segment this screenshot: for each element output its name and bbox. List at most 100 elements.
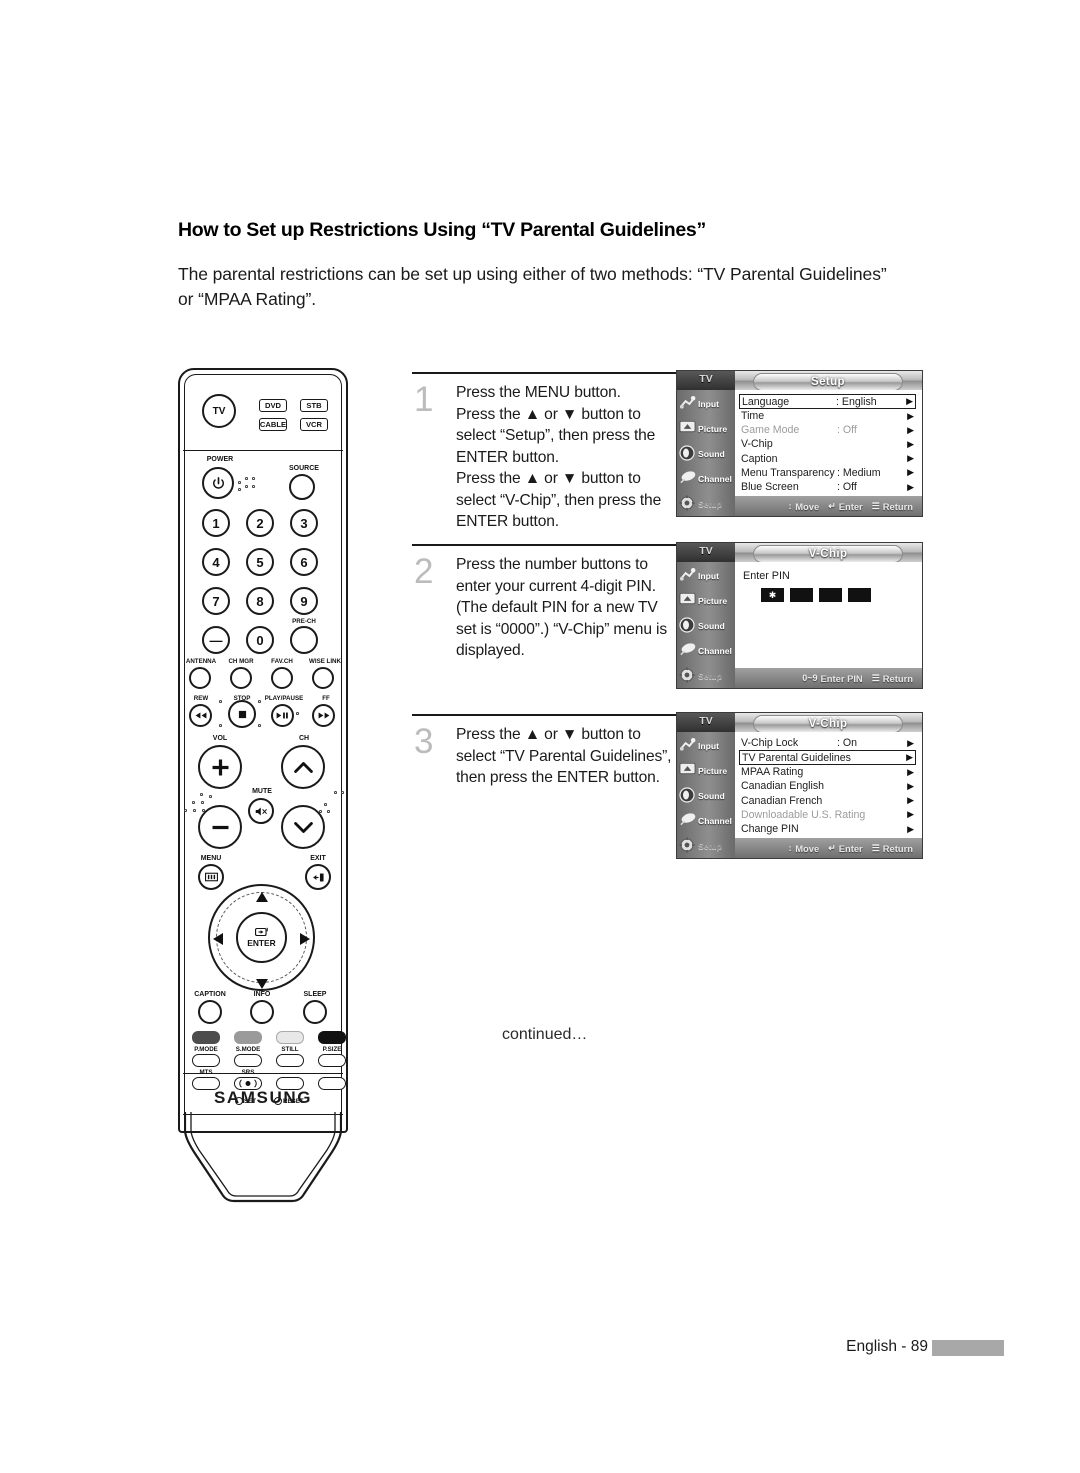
- remote-sleep-label: SLEEP: [303, 991, 327, 998]
- remote-smode-button[interactable]: [234, 1054, 262, 1067]
- remote-wiselink-button[interactable]: [312, 667, 334, 689]
- sidebar-item-setup[interactable]: Setup: [677, 835, 735, 856]
- remote-left-arrow-icon[interactable]: [213, 932, 223, 945]
- return-key-icon: ☰: [871, 672, 880, 683]
- remote-number-9[interactable]: 9: [290, 587, 318, 615]
- remote-chmgr-label: CH MGR: [228, 658, 254, 665]
- menu-row-game-mode[interactable]: Game Mode : Off ▶: [741, 423, 916, 437]
- sidebar-item-input[interactable]: Input: [677, 393, 735, 414]
- remote-tv-button[interactable]: TV: [202, 394, 236, 428]
- sidebar-label-picture: Picture: [698, 595, 728, 606]
- chevron-up-icon: [293, 761, 313, 773]
- remote-stop-button[interactable]: [228, 700, 256, 728]
- sidebar-label-sound: Sound: [698, 790, 725, 801]
- menu-row-mpaa-rating[interactable]: MPAA Rating ▶: [741, 765, 916, 779]
- remote-sleep-button[interactable]: [303, 1000, 327, 1024]
- remote-prech-button[interactable]: [290, 626, 318, 654]
- remote-volume-up-button[interactable]: [198, 745, 242, 789]
- sidebar-item-setup[interactable]: Setup: [677, 665, 735, 686]
- menu-row-time[interactable]: Time ▶: [741, 409, 916, 423]
- number-keys-icon: 0~9: [802, 673, 818, 683]
- remote-number-0[interactable]: 0: [246, 626, 274, 654]
- hint-enter-pin: 0~9 Enter PIN: [802, 672, 863, 684]
- remote-number-3[interactable]: 3: [290, 509, 318, 537]
- pin-digit-1[interactable]: ✱: [761, 588, 784, 602]
- remote-pmode-button[interactable]: [192, 1054, 220, 1067]
- continued-label: continued…: [502, 1026, 588, 1043]
- chevron-right-icon: ▶: [906, 396, 913, 406]
- sidebar-item-input[interactable]: Input: [677, 735, 735, 756]
- remote-number-6[interactable]: 6: [290, 548, 318, 576]
- remote-mute-button[interactable]: [248, 798, 274, 824]
- menu-row-caption[interactable]: Caption ▶: [741, 452, 916, 466]
- menu-row-language[interactable]: Language : English ▶: [739, 394, 916, 409]
- sidebar-item-channel[interactable]: Channel: [677, 468, 735, 489]
- remote-number-4[interactable]: 4: [202, 548, 230, 576]
- remote-chmgr-button[interactable]: [230, 667, 252, 689]
- sidebar-item-sound[interactable]: Sound: [677, 443, 735, 464]
- sidebar-item-setup[interactable]: Setup: [677, 493, 735, 514]
- sidebar-item-input[interactable]: Input: [677, 565, 735, 586]
- sidebar-item-channel[interactable]: Channel: [677, 640, 735, 661]
- sidebar-item-picture[interactable]: Picture: [677, 590, 735, 611]
- remote-down-arrow-icon[interactable]: [256, 976, 268, 989]
- remote-enter-button[interactable]: ENTER: [236, 912, 287, 963]
- remote-color-button-red[interactable]: [192, 1031, 220, 1044]
- remote-still-button[interactable]: [276, 1054, 304, 1067]
- sidebar-item-sound[interactable]: Sound: [677, 785, 735, 806]
- remote-playpause-button[interactable]: [271, 704, 294, 727]
- remote-ff-button[interactable]: [312, 704, 335, 727]
- remote-color-button-yellow[interactable]: [276, 1031, 304, 1044]
- hint-move: ↕ Move: [787, 500, 820, 512]
- remote-enter-label: ENTER: [247, 938, 276, 948]
- remote-dvd-button[interactable]: DVD: [259, 399, 287, 412]
- remote-number-5[interactable]: 5: [246, 548, 274, 576]
- chevron-right-icon: ▶: [907, 467, 914, 478]
- remote-number-7[interactable]: 7: [202, 587, 230, 615]
- remote-dash-button[interactable]: —: [202, 626, 230, 654]
- hint-move: ↕ Move: [787, 842, 820, 854]
- menu-row-menu-transparency[interactable]: Menu Transparency : Medium ▶: [741, 466, 916, 480]
- remote-number-8[interactable]: 8: [246, 587, 274, 615]
- remote-source-button[interactable]: [289, 474, 315, 500]
- pin-entry-field[interactable]: ✱: [761, 588, 871, 602]
- remote-stb-button[interactable]: STB: [300, 399, 328, 412]
- remote-color-button-blue[interactable]: [318, 1031, 346, 1044]
- pin-digit-4[interactable]: [848, 588, 871, 602]
- remote-favch-button[interactable]: [271, 667, 293, 689]
- sidebar-item-picture[interactable]: Picture: [677, 760, 735, 781]
- pin-digit-3[interactable]: [819, 588, 842, 602]
- remote-cable-button[interactable]: CABLE: [259, 418, 287, 431]
- enter-key-icon: ↵: [828, 500, 836, 511]
- sidebar-item-picture[interactable]: Picture: [677, 418, 735, 439]
- remote-channel-up-button[interactable]: [281, 745, 325, 789]
- menu-row-tv-parental-guidelines[interactable]: TV Parental Guidelines ▶: [739, 750, 916, 766]
- menu-row-canadian-french[interactable]: Canadian French ▶: [741, 794, 916, 808]
- sidebar-item-channel[interactable]: Channel: [677, 810, 735, 831]
- remote-up-arrow-icon[interactable]: [256, 889, 268, 902]
- remote-antenna-button[interactable]: [189, 667, 211, 689]
- remote-number-2[interactable]: 2: [246, 509, 274, 537]
- remote-rew-button[interactable]: [189, 704, 212, 727]
- menu-row-vchip[interactable]: V-Chip ▶: [741, 437, 916, 451]
- remote-ff-label: FF: [322, 695, 330, 702]
- menu-row-change-pin[interactable]: Change PIN ▶: [741, 822, 916, 836]
- remote-caption-button[interactable]: [198, 1000, 222, 1024]
- remote-color-button-green[interactable]: [234, 1031, 262, 1044]
- remote-psize-button[interactable]: [318, 1054, 346, 1067]
- osd-source-label: TV: [699, 545, 713, 557]
- remote-menu-button[interactable]: [198, 864, 224, 890]
- menu-row-blue-screen[interactable]: Blue Screen : Off ▶: [741, 480, 916, 494]
- remote-vcr-button[interactable]: VCR: [300, 418, 328, 431]
- remote-number-1[interactable]: 1: [202, 509, 230, 537]
- remote-info-button[interactable]: [250, 1000, 274, 1024]
- step-2-rule: [412, 544, 680, 546]
- menu-row-downloadable-us-rating[interactable]: Downloadable U.S. Rating ▶: [741, 808, 916, 822]
- remote-exit-button[interactable]: [305, 864, 331, 890]
- menu-row-vchip-lock[interactable]: V-Chip Lock : On ▶: [741, 736, 916, 750]
- pin-digit-2[interactable]: [790, 588, 813, 602]
- sidebar-item-sound[interactable]: Sound: [677, 615, 735, 636]
- remote-right-arrow-icon[interactable]: [300, 932, 310, 945]
- remote-power-button[interactable]: [202, 467, 234, 499]
- menu-row-canadian-english[interactable]: Canadian English ▶: [741, 779, 916, 793]
